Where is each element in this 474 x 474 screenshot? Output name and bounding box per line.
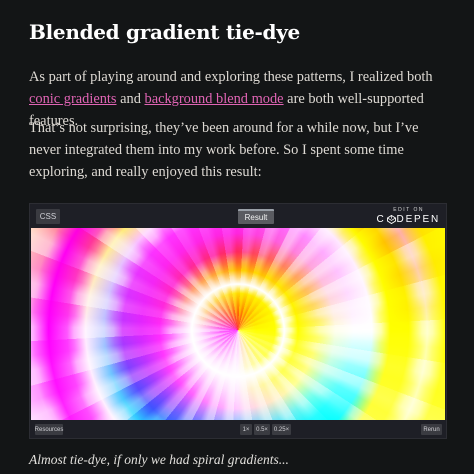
- rerun-button[interactable]: Rerun: [421, 424, 442, 435]
- intro-text-middle: and: [116, 91, 145, 107]
- embed-footer: Resources 1× 0.5× 0.25× Rerun: [30, 420, 446, 438]
- resources-button[interactable]: Resources: [35, 424, 63, 435]
- embed-toolbar: CSS Result EDIT ON C DEPEN: [30, 204, 446, 228]
- conic-gradients-link[interactable]: conic gradients: [29, 91, 117, 107]
- codepen-logo[interactable]: C DEPEN: [377, 214, 440, 225]
- edit-on-label: EDIT ON: [393, 207, 424, 213]
- zoom-0-5x-button[interactable]: 0.5×: [254, 424, 270, 435]
- codepen-cube-icon: [386, 215, 396, 224]
- codepen-logo-right: DEPEN: [396, 214, 440, 225]
- second-paragraph: That’s not surprising, they’ve been arou…: [29, 120, 419, 180]
- image-caption: Almost tie-dye, if only we had spiral gr…: [29, 452, 289, 467]
- tab-css[interactable]: CSS: [36, 209, 60, 224]
- zoom-1x-button[interactable]: 1×: [240, 424, 252, 435]
- background-blend-mode-link[interactable]: background blend mode: [145, 91, 284, 107]
- article-heading: Blended gradient tie-dye: [29, 20, 300, 44]
- zoom-0-25x-button[interactable]: 0.25×: [272, 424, 291, 435]
- tab-result[interactable]: Result: [238, 209, 274, 224]
- intro-text-before: As part of playing around and exploring …: [29, 69, 433, 85]
- tie-dye-result-preview: [31, 228, 445, 421]
- codepen-embed: CSS Result EDIT ON C DEPEN Resources 1× …: [29, 203, 447, 439]
- codepen-logo-left: C: [376, 214, 386, 225]
